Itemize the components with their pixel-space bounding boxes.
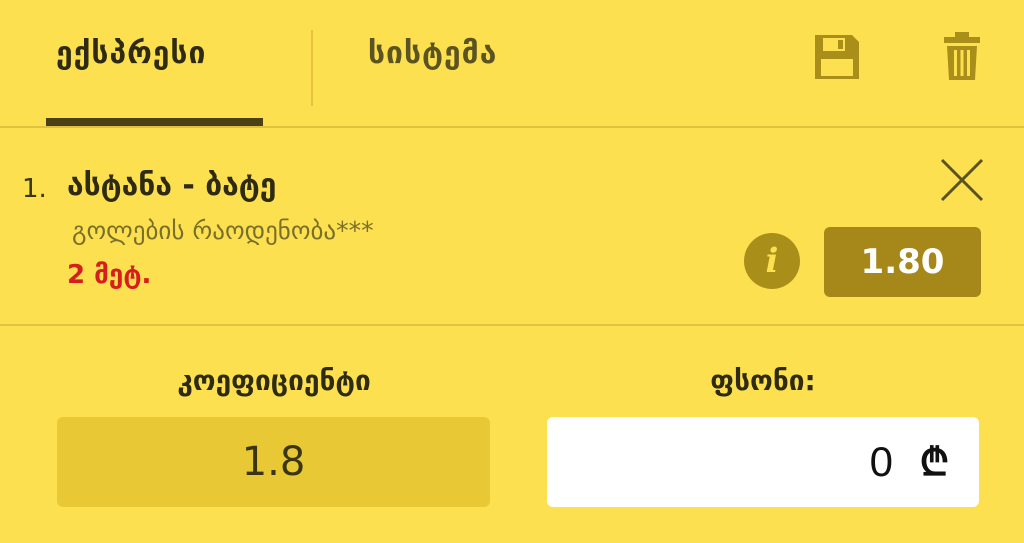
divider: [0, 324, 1024, 326]
bet-time: 2 მეტ.: [67, 260, 152, 290]
bet-number: 1.: [22, 174, 47, 204]
info-icon[interactable]: i: [744, 233, 800, 289]
lari-currency-icon: ₾: [919, 440, 949, 484]
stake-value[interactable]: 0: [870, 417, 893, 507]
divider: [0, 126, 1024, 128]
bet-slip-tabs: ექსპრესი სისტემა: [0, 0, 1024, 127]
save-icon[interactable]: [812, 32, 862, 82]
bet-event-title: ასტანა - ბატე: [67, 168, 277, 203]
coefficient-label: კოეფიციენტი: [177, 364, 371, 397]
stake-input[interactable]: 0 ₾: [547, 417, 979, 507]
tab-system[interactable]: სისტემა: [368, 36, 497, 71]
trash-icon[interactable]: [942, 30, 982, 82]
bet-market: გოლების რაოდენობა***: [72, 216, 374, 245]
tab-express[interactable]: ექსპრესი: [56, 36, 206, 71]
stake-label: ფსონი:: [710, 364, 816, 397]
bet-odds[interactable]: 1.80: [824, 227, 981, 297]
coefficient-value: 1.8: [57, 417, 490, 507]
close-icon[interactable]: [938, 156, 986, 204]
tab-divider: [311, 30, 313, 106]
